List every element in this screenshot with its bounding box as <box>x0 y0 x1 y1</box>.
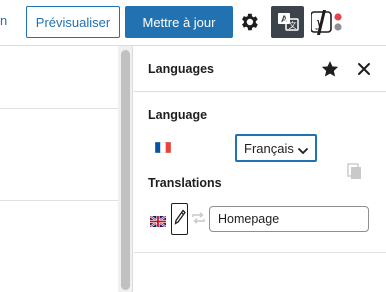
language-select[interactable]: Français <box>235 134 317 162</box>
preview-button[interactable]: Prévisualiser <box>26 6 120 38</box>
chevron-down-icon <box>297 144 309 155</box>
editor-divider <box>0 200 118 201</box>
panel-divider <box>134 252 386 253</box>
gear-icon[interactable] <box>238 11 260 33</box>
panel-title: Languages <box>148 62 214 76</box>
language-label: Language <box>148 108 208 122</box>
editor-divider <box>0 108 118 109</box>
editor-scrollbar-thumb[interactable] <box>121 50 130 290</box>
yoast-icon[interactable]: y <box>310 8 345 36</box>
copy-icon[interactable] <box>346 163 362 181</box>
editor-toolbar: n Prévisualiser Mettre à jour A 文 y <box>0 0 386 46</box>
panel-header: Languages <box>134 46 386 92</box>
edit-translation-button[interactable] <box>171 203 188 235</box>
translation-title-value: Homepage <box>218 212 280 226</box>
editor-canvas[interactable] <box>0 46 118 292</box>
close-icon[interactable] <box>356 61 372 77</box>
sync-icon[interactable] <box>191 211 206 225</box>
translations-label: Translations <box>148 176 222 190</box>
flag-france-icon <box>154 140 172 154</box>
toolbar-link-fragment[interactable]: n <box>0 13 7 28</box>
pencil-icon <box>174 208 186 230</box>
update-button[interactable]: Mettre à jour <box>125 6 233 38</box>
translation-title-input[interactable]: Homepage <box>209 206 369 232</box>
language-select-value: Français <box>244 140 294 156</box>
translate-icon[interactable]: A 文 <box>271 6 304 38</box>
star-icon[interactable] <box>320 59 340 79</box>
flag-uk-icon <box>149 214 167 228</box>
svg-text:文: 文 <box>288 20 296 30</box>
languages-panel: Languages Language Français Translations… <box>134 46 386 292</box>
